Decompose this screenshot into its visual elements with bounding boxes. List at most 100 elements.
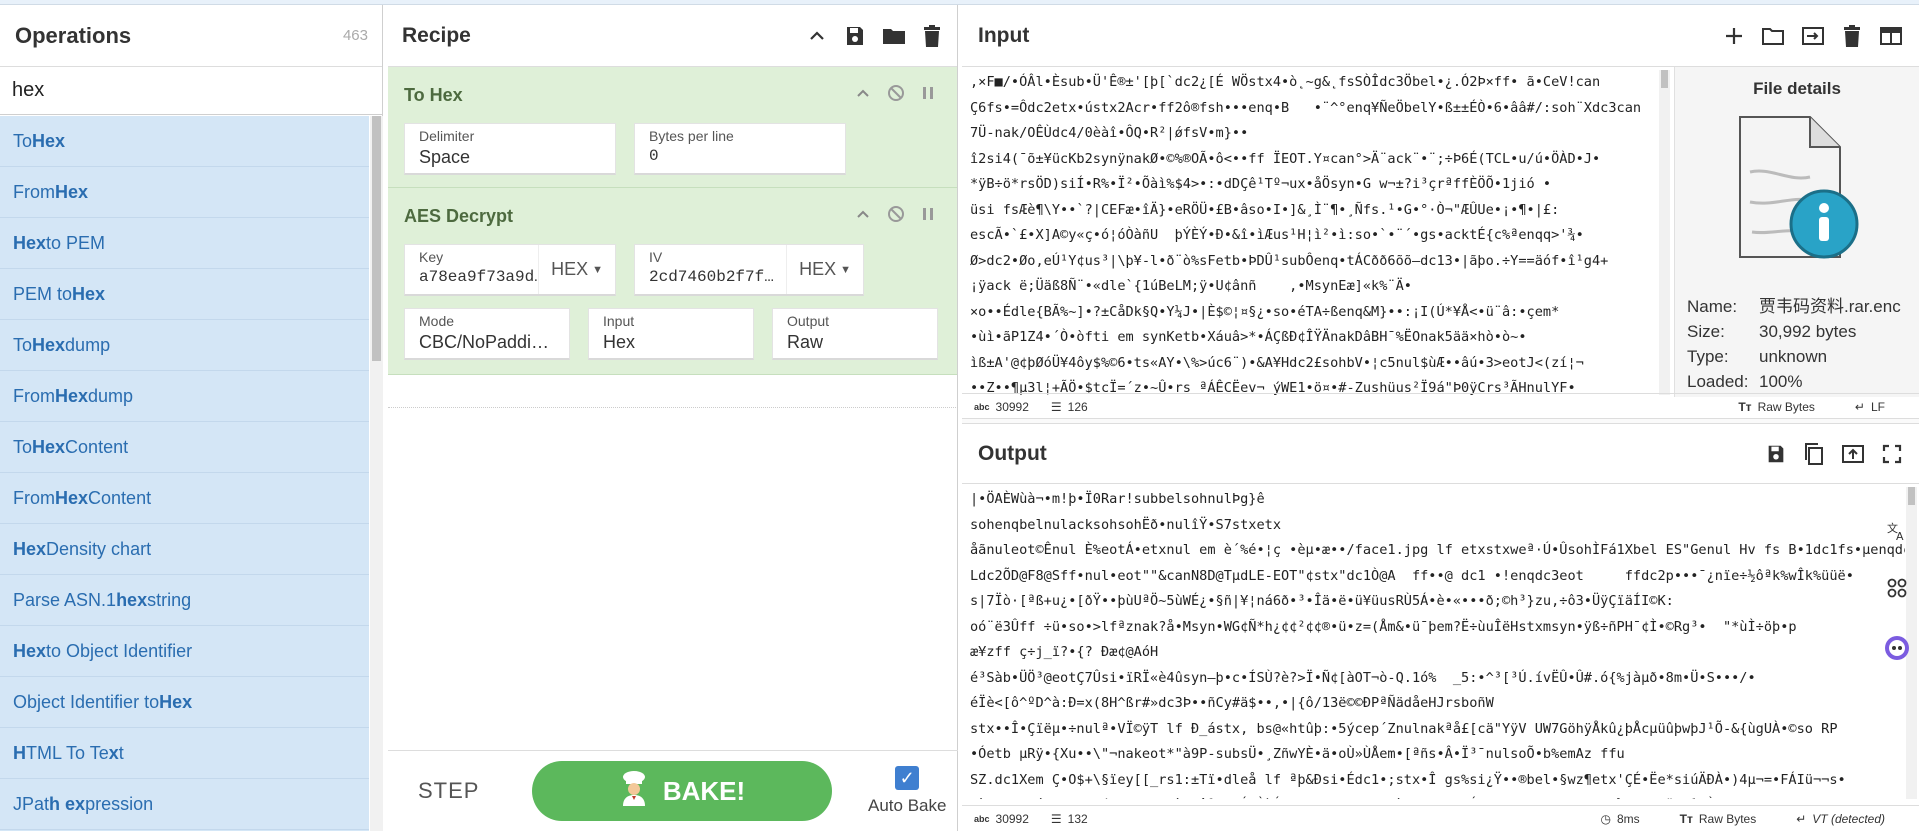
input-line: escÃ•`£•X]A©y«ç•ó¦óÒàñU þÝÈÝ•Ð•&î•ìÆus¹H… bbox=[970, 227, 1584, 243]
key-field[interactable]: Key a78ea9f73a9d… HEX ▼ bbox=[404, 244, 616, 296]
input-line: Ç6fs•=Ôdc2etx•ústx2Acr•ff2ô®fsh•••enq•B … bbox=[970, 99, 1642, 116]
auto-bake-checkbox[interactable]: ✓ bbox=[895, 766, 920, 790]
disable-icon[interactable] bbox=[887, 84, 905, 107]
input-format-field[interactable]: Input Hex bbox=[588, 308, 754, 360]
operations-search bbox=[0, 67, 382, 115]
assistant-icon[interactable] bbox=[1883, 634, 1911, 667]
output-line: éÏè<[ô^ºD^à:Ð=x(8H^ßr#»dc3Þ••ñCy#ä$••,•|… bbox=[970, 695, 1494, 711]
layout-icon[interactable] bbox=[1879, 25, 1903, 47]
operation-item[interactable]: Parse ASN.1 hex string bbox=[0, 575, 369, 626]
operation-item[interactable]: Hex to Object Identifier bbox=[0, 626, 369, 677]
save-recipe-icon[interactable] bbox=[843, 24, 867, 48]
operation-item[interactable]: To Hex Content bbox=[0, 422, 369, 473]
operation-item[interactable]: H TML To Te x t bbox=[0, 728, 369, 779]
chevron-up-icon[interactable] bbox=[855, 85, 871, 106]
operation-item[interactable]: JPat h ex pression bbox=[0, 779, 369, 830]
clear-recipe-icon[interactable] bbox=[921, 24, 943, 48]
output-line: |•ÖAÈWùà¬•m!þ•Ï0Rar!subbelsohnulÞg}ê bbox=[970, 491, 1265, 507]
replace-input-icon[interactable] bbox=[1841, 443, 1865, 465]
mode-label: Mode bbox=[419, 313, 455, 329]
operation-item[interactable]: From Hex Content bbox=[0, 473, 369, 524]
output-textarea[interactable]: |•ÖAÈWùà¬•m!þ•Ï0Rar!subbelsohnulÞg}ê sohe… bbox=[970, 487, 1905, 799]
operation-item[interactable]: To Hex bbox=[0, 116, 369, 167]
operation-item[interactable]: Hex Density chart bbox=[0, 524, 369, 575]
copy-output-icon[interactable] bbox=[1803, 442, 1825, 466]
file-details-rows: Name: 贾韦码资料.rar.enc Size: 30,992 bytes Typ… bbox=[1687, 294, 1901, 394]
output-eol[interactable]: ↵ VT (detected) bbox=[1796, 812, 1885, 826]
apps-icon[interactable] bbox=[1886, 577, 1908, 604]
scroll-thumb[interactable] bbox=[372, 116, 381, 361]
operations-search-input[interactable] bbox=[12, 79, 352, 102]
output-format-field[interactable]: Output Raw bbox=[772, 308, 938, 360]
operations-count: 463 bbox=[342, 27, 368, 44]
input-textarea[interactable]: ,×F■/•ÓÂl•Èsub•Ü'Ê®±'[þ[`dc2¿[É WÖstx4•ò… bbox=[970, 70, 1665, 400]
operation-item-text: to Object Identifier bbox=[46, 640, 193, 661]
pause-icon[interactable] bbox=[921, 206, 935, 227]
add-tab-icon[interactable] bbox=[1723, 25, 1745, 47]
disable-icon[interactable] bbox=[887, 205, 905, 228]
input-encoding-value: Raw Bytes bbox=[1757, 399, 1815, 414]
input-eol[interactable]: ↵ LF bbox=[1855, 400, 1885, 414]
output-lines-value: 132 bbox=[1067, 811, 1088, 826]
scroll-thumb[interactable] bbox=[1908, 487, 1915, 505]
operation-item[interactable]: Object Identifier to Hex bbox=[0, 677, 369, 728]
collapse-all-icon[interactable] bbox=[805, 24, 829, 48]
operation-item-text: pression bbox=[85, 793, 154, 814]
operations-scrollbar[interactable] bbox=[370, 116, 383, 831]
translate-icon[interactable]: 文A bbox=[1886, 520, 1908, 547]
save-output-icon[interactable] bbox=[1765, 443, 1787, 465]
load-recipe-icon[interactable] bbox=[881, 24, 907, 48]
auto-bake-toggle[interactable]: ✓ Auto Bake bbox=[868, 766, 946, 816]
output-encoding[interactable]: Tт Raw Bytes bbox=[1680, 812, 1757, 826]
length-icon: abc bbox=[974, 401, 990, 412]
input-eol-value: LF bbox=[1870, 399, 1885, 414]
pause-icon[interactable] bbox=[921, 85, 935, 106]
operation-item-text: dump bbox=[88, 385, 134, 406]
input-title: Input bbox=[978, 23, 1030, 47]
key-format-dropdown[interactable]: HEX ▼ bbox=[538, 245, 615, 294]
input-line: ×o••Édle{BÃ%~]•?±CåDk§Q•Y¼J•|È$©¦¤§¿•so•… bbox=[970, 303, 1560, 320]
input-lines: ☰ 126 bbox=[1051, 400, 1088, 414]
aes-decrypt-operation: AES Decrypt Key a78ea9f73a9d… HEX ▼ IV 2c… bbox=[388, 188, 957, 375]
input-scrollbar[interactable] bbox=[1659, 70, 1670, 395]
input-line: ¡ÿack ë;Üäß8Ñ¨•«dle`{1úBeLM;ÿ•U¢ânñ ,•Ms… bbox=[970, 278, 1412, 294]
operation-item[interactable]: PEM to Hex bbox=[0, 269, 369, 320]
input-length: abc 30992 bbox=[974, 400, 1029, 414]
chevron-up-icon[interactable] bbox=[855, 206, 871, 227]
output-length-value: 30992 bbox=[995, 811, 1029, 826]
output-header: Output bbox=[962, 424, 1919, 484]
mode-field[interactable]: Mode CBC/NoPaddi… bbox=[404, 308, 570, 360]
operation-item-text: Density chart bbox=[46, 538, 152, 559]
operation-item[interactable]: From Hex dump bbox=[0, 371, 369, 422]
bytes-per-line-field[interactable]: Bytes per line 0 bbox=[634, 123, 846, 175]
input-format-value: Hex bbox=[603, 332, 636, 352]
iv-format-dropdown[interactable]: HEX ▼ bbox=[786, 245, 863, 294]
clear-input-icon[interactable] bbox=[1841, 24, 1863, 48]
input-encoding[interactable]: Tт Raw Bytes bbox=[1738, 400, 1815, 414]
output-encoding-value: Raw Bytes bbox=[1698, 811, 1757, 826]
recipe-footer: STEP BAKE! ✓ Auto Bake bbox=[388, 750, 958, 831]
operation-item[interactable]: From Hex bbox=[0, 167, 369, 218]
operations-title: Operations bbox=[15, 22, 132, 48]
bake-button[interactable]: BAKE! bbox=[532, 761, 832, 821]
operation-item-text: string bbox=[147, 589, 192, 610]
operations-list: To Hex From Hex Hex to PEM PEM to Hex To Hex… bbox=[0, 116, 369, 831]
operation-item[interactable]: To Hex dump bbox=[0, 320, 369, 371]
iv-field[interactable]: IV 2cd7460b2f7f… HEX ▼ bbox=[634, 244, 864, 296]
open-folder-icon[interactable] bbox=[1761, 25, 1785, 47]
input-line: 7Ü-nak/OÊÙdc4/0èàî•ÔQ•R²|ǿfsV•m}•• bbox=[970, 125, 1249, 141]
operation-item-text: TML To Te bbox=[26, 742, 109, 763]
maximize-icon[interactable] bbox=[1881, 443, 1903, 465]
operation-item-text: dump bbox=[65, 334, 111, 355]
scroll-thumb[interactable] bbox=[1661, 70, 1668, 88]
step-button[interactable]: STEP bbox=[418, 778, 518, 804]
output-line: æ¥zff ç÷j_ï?•{? Ðæ¢@AóH bbox=[970, 644, 1159, 660]
recipe-drop-area[interactable] bbox=[388, 407, 958, 752]
output-eol-value: VT (detected) bbox=[1812, 811, 1885, 826]
open-file-icon[interactable] bbox=[1801, 25, 1825, 47]
bytes-per-line-value: 0 bbox=[649, 147, 659, 165]
operation-item-text: Content bbox=[65, 436, 129, 457]
operation-item[interactable]: Hex to PEM bbox=[0, 218, 369, 269]
operation-item-text: hex bbox=[116, 589, 148, 610]
delimiter-field[interactable]: Delimiter Space bbox=[404, 123, 616, 175]
